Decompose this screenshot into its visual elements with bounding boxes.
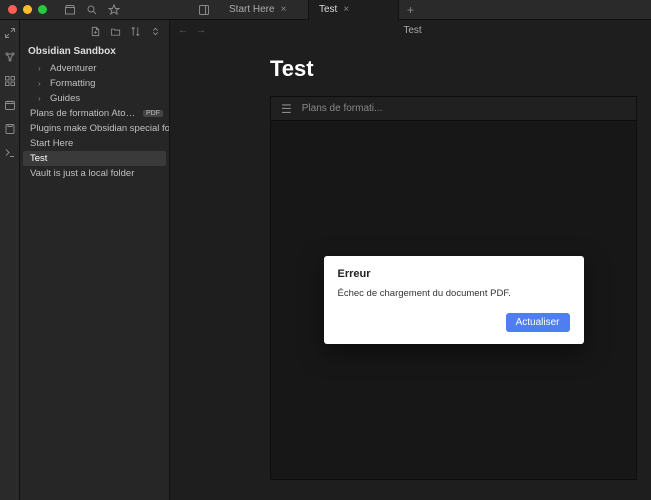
folder-adventurer[interactable]: › Adventurer [20,61,169,76]
canvas-icon[interactable] [3,74,17,88]
note-title[interactable]: Test [170,48,651,96]
titlebar: Start Here × Test × + [0,0,651,20]
error-dialog: Erreur Échec de chargement du document P… [324,256,584,344]
nav-back-icon[interactable]: ← [178,25,188,36]
search-icon[interactable] [85,3,99,17]
tab-start-here[interactable]: Start Here × [219,0,309,20]
close-window-button[interactable] [8,5,17,14]
tab-test[interactable]: Test × [309,0,399,20]
file-explorer: Obsidian Sandbox › Adventurer › Formatti… [20,20,170,500]
pdf-toolbar: ☰ Plans de formati... [271,97,636,121]
graph-view-icon[interactable] [3,50,17,64]
pdf-embed: ☰ Plans de formati... Erreur Échec de ch… [270,96,637,480]
file-plans-pdf[interactable]: Plans de formation Atomic Knowled… PDF [20,106,169,121]
minimize-window-button[interactable] [23,5,32,14]
tree-label: Plans de formation Atomic Knowled… [30,108,139,119]
tree-label: Guides [50,93,80,104]
chevron-right-icon: › [38,64,46,73]
note-body: Test ☰ Plans de formati... Erreur Échec … [170,40,651,500]
tree-label: Adventurer [50,63,96,74]
file-start-here[interactable]: Start Here [20,136,169,151]
tab-label: Test [319,4,337,15]
nav-forward-icon[interactable]: → [196,25,206,36]
chevron-right-icon: › [38,79,46,88]
daily-note-icon[interactable] [3,98,17,112]
templates-icon[interactable] [3,122,17,136]
tab-bar: Start Here × Test × + [219,0,422,20]
close-icon[interactable]: × [281,4,287,15]
file-tree: › Adventurer › Formatting › Guides Plans… [20,61,169,500]
collapse-icon[interactable] [149,25,161,37]
tree-label: Plugins make Obsidian special for you [30,123,169,134]
tree-label: Vault is just a local folder [30,168,134,179]
tab-label: Start Here [229,4,275,15]
dialog-message: Échec de chargement du document PDF. [338,288,570,299]
folder-guides[interactable]: › Guides [20,91,169,106]
ribbon [0,20,20,500]
chevron-right-icon: › [38,94,46,103]
star-icon[interactable] [107,3,121,17]
new-note-icon[interactable] [89,25,101,37]
tree-label: Start Here [30,138,73,149]
close-icon[interactable]: × [343,4,349,15]
pdf-viewport: Erreur Échec de chargement du document P… [271,121,636,479]
vault-switcher-icon[interactable] [63,3,77,17]
tree-label: Test [30,153,47,164]
refresh-button[interactable]: Actualiser [506,313,570,332]
file-vault-local[interactable]: Vault is just a local folder [20,166,169,181]
dialog-title: Erreur [338,268,570,280]
editor-pane: ← → Test Test ☰ Plans de formati... Erre… [170,20,651,500]
new-tab-button[interactable]: + [399,0,422,20]
main-layout: Obsidian Sandbox › Adventurer › Formatti… [0,20,651,500]
vault-title: Obsidian Sandbox [20,42,169,61]
new-folder-icon[interactable] [109,25,121,37]
maximize-window-button[interactable] [38,5,47,14]
tree-label: Formatting [50,78,95,89]
sort-icon[interactable] [129,25,141,37]
window-controls [8,5,47,14]
menu-icon[interactable]: ☰ [281,102,292,116]
pdf-filename: Plans de formati... [302,103,383,114]
content-title: Test [214,25,611,36]
command-palette-icon[interactable] [3,146,17,160]
file-plugins[interactable]: Plugins make Obsidian special for you [20,121,169,136]
file-badge: PDF [143,110,163,117]
sidebar-toolbar [20,20,169,42]
panel-layout-icon[interactable] [197,3,211,17]
quick-switcher-icon[interactable] [3,26,17,40]
file-test[interactable]: Test [23,151,166,166]
content-header: ← → Test [170,20,651,40]
folder-formatting[interactable]: › Formatting [20,76,169,91]
